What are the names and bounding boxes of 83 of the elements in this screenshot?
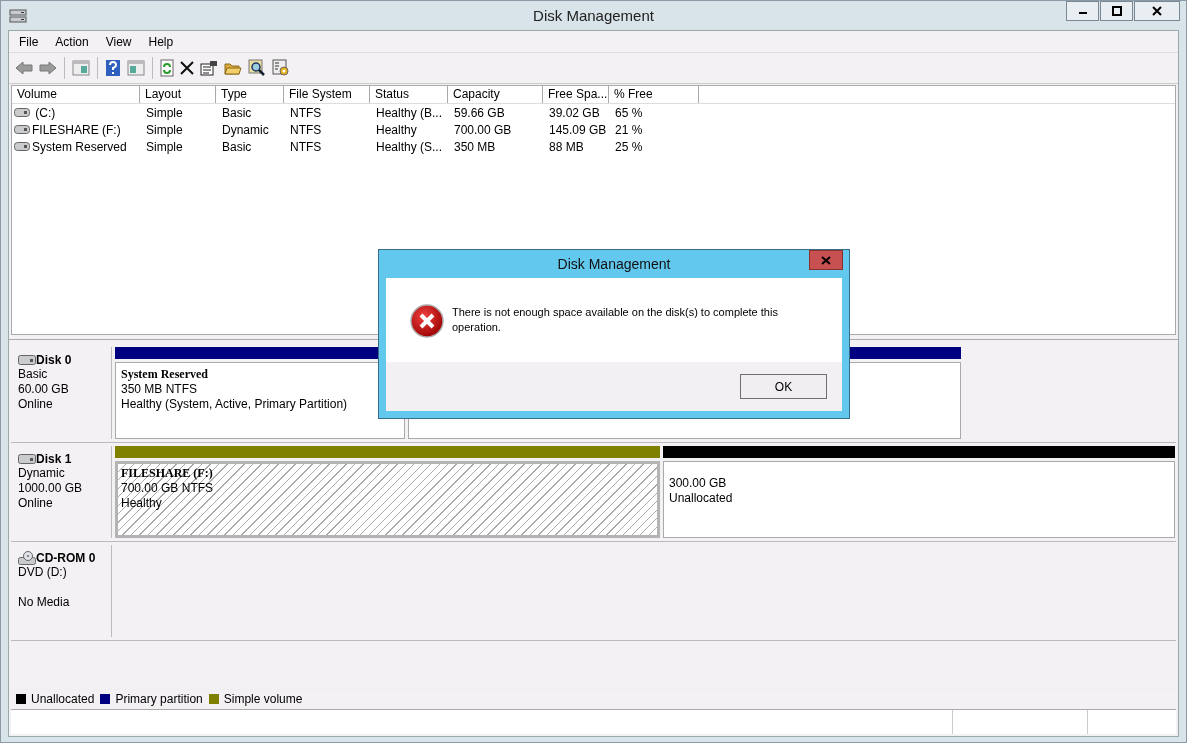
table-cell-text: 21 % [614,122,644,137]
table-cell-text: NTFS [289,139,323,154]
disk-status: Online [18,496,54,511]
close-icon [1152,6,1162,16]
delete-icon[interactable] [177,59,197,77]
table-cell-text: 700.00 GB [453,122,513,137]
menu-item[interactable]: View [95,34,139,49]
menu-item[interactable]: Help [138,34,181,49]
table-cell-text: Simple [145,139,184,154]
disk-name: CD-ROM 0 [36,551,96,565]
table-cell-text: NTFS [289,122,323,137]
disk-type: Dynamic [18,466,66,481]
menu-item[interactable]: File [9,34,46,49]
maximize-icon [1111,6,1122,16]
table-cell-text: 59.66 GB [453,105,506,120]
table-cell-text: NTFS [289,105,323,120]
partition-info: 700.00 GB NTFS [121,481,214,496]
disk-drive-icon [9,7,27,24]
partition-info: Healthy [121,496,162,511]
table-cell-text: Healthy [375,122,418,137]
drive-icon [14,125,30,134]
disk-drive-icon [18,355,36,365]
close-icon [821,255,831,265]
column-header[interactable]: % Free [609,86,699,103]
column-header[interactable]: Capacity [448,86,543,103]
disk-type: DVD (D:) [18,565,68,580]
table-cell-text: Simple [145,122,184,137]
disk-name: Disk 0 [36,353,72,367]
drive-icon [14,108,30,117]
partition-info: Unallocated [669,491,733,506]
drive-label[interactable]: (C:) [32,105,56,120]
partition-info: 300.00 GB [669,476,727,491]
disk-drive-icon [18,454,36,464]
error-icon [410,304,444,338]
console-tree-icon[interactable] [69,58,93,78]
column-header[interactable]: Volume [12,86,140,103]
window-title: Disk Management [533,7,654,24]
partition-block[interactable]: FILESHARE (F:) 700.00 GB NTFS Healthy [115,461,660,538]
partition-block[interactable]: 300.00 GB Unallocated [663,461,1175,538]
error-message: There is not enough space available on the disk(s) to complete this operation. [452,305,779,335]
table-cell-text: 25 % [614,139,644,154]
action-pane-icon[interactable] [124,58,148,78]
column-header[interactable]: File System [284,86,370,103]
partition-info: 350 MB NTFS [121,382,198,397]
column-header[interactable]: Layout [140,86,216,103]
disk-size: 1000.00 GB [18,481,84,496]
disk-name: Disk 1 [36,452,72,466]
ok-button[interactable]: OK [740,374,827,399]
table-cell-text: 65 % [614,105,644,120]
legend-label: Primary partition [115,691,203,706]
table-cell-text: Dynamic [221,122,270,137]
legend-label: Simple volume [223,691,303,706]
refresh-icon[interactable] [157,57,177,79]
table-cell-text: Healthy (B... [375,105,444,120]
column-header[interactable]: Free Spa... [543,86,609,103]
partition-name: System Reserved [121,367,208,382]
table-cell-text: Healthy (S... [375,139,444,154]
column-header[interactable]: Type [216,86,284,103]
partition-name: FILESHARE (F:) [121,466,213,481]
table-cell-text: 88 MB [548,139,585,154]
disk-type: Basic [18,367,49,382]
drive-icon [14,142,30,151]
maximize-button[interactable] [1100,1,1133,21]
disk-size: 60.00 GB [18,382,70,397]
table-cell-text: Basic [221,105,253,120]
column-header[interactable]: Status [370,86,448,103]
disk-status: Online [18,397,54,412]
partition-info: Healthy (System, Active, Primary Partition) [121,397,348,412]
table-cell-text: Basic [221,139,253,154]
drive-label[interactable]: FILESHARE (F:) [32,122,121,137]
table-cell-text: 145.09 GB [548,122,608,137]
close-button[interactable] [1134,1,1180,21]
table-cell-text: 39.02 GB [548,105,601,120]
menu-item[interactable]: Action [45,34,96,49]
dialog-title: Disk Management [557,256,671,272]
minimize-button[interactable] [1066,1,1099,21]
optical-drive-icon [18,551,36,565]
drive-label[interactable]: System Reserved [32,139,127,154]
legend-label: Unallocated [31,691,95,706]
disk-status: No Media [18,595,71,610]
table-cell-text: Simple [145,105,184,120]
partition-block[interactable]: System Reserved 350 MB NTFS Healthy (System, Active, Primary Partition) [115,362,405,439]
table-cell-text: 350 MB [453,139,497,154]
